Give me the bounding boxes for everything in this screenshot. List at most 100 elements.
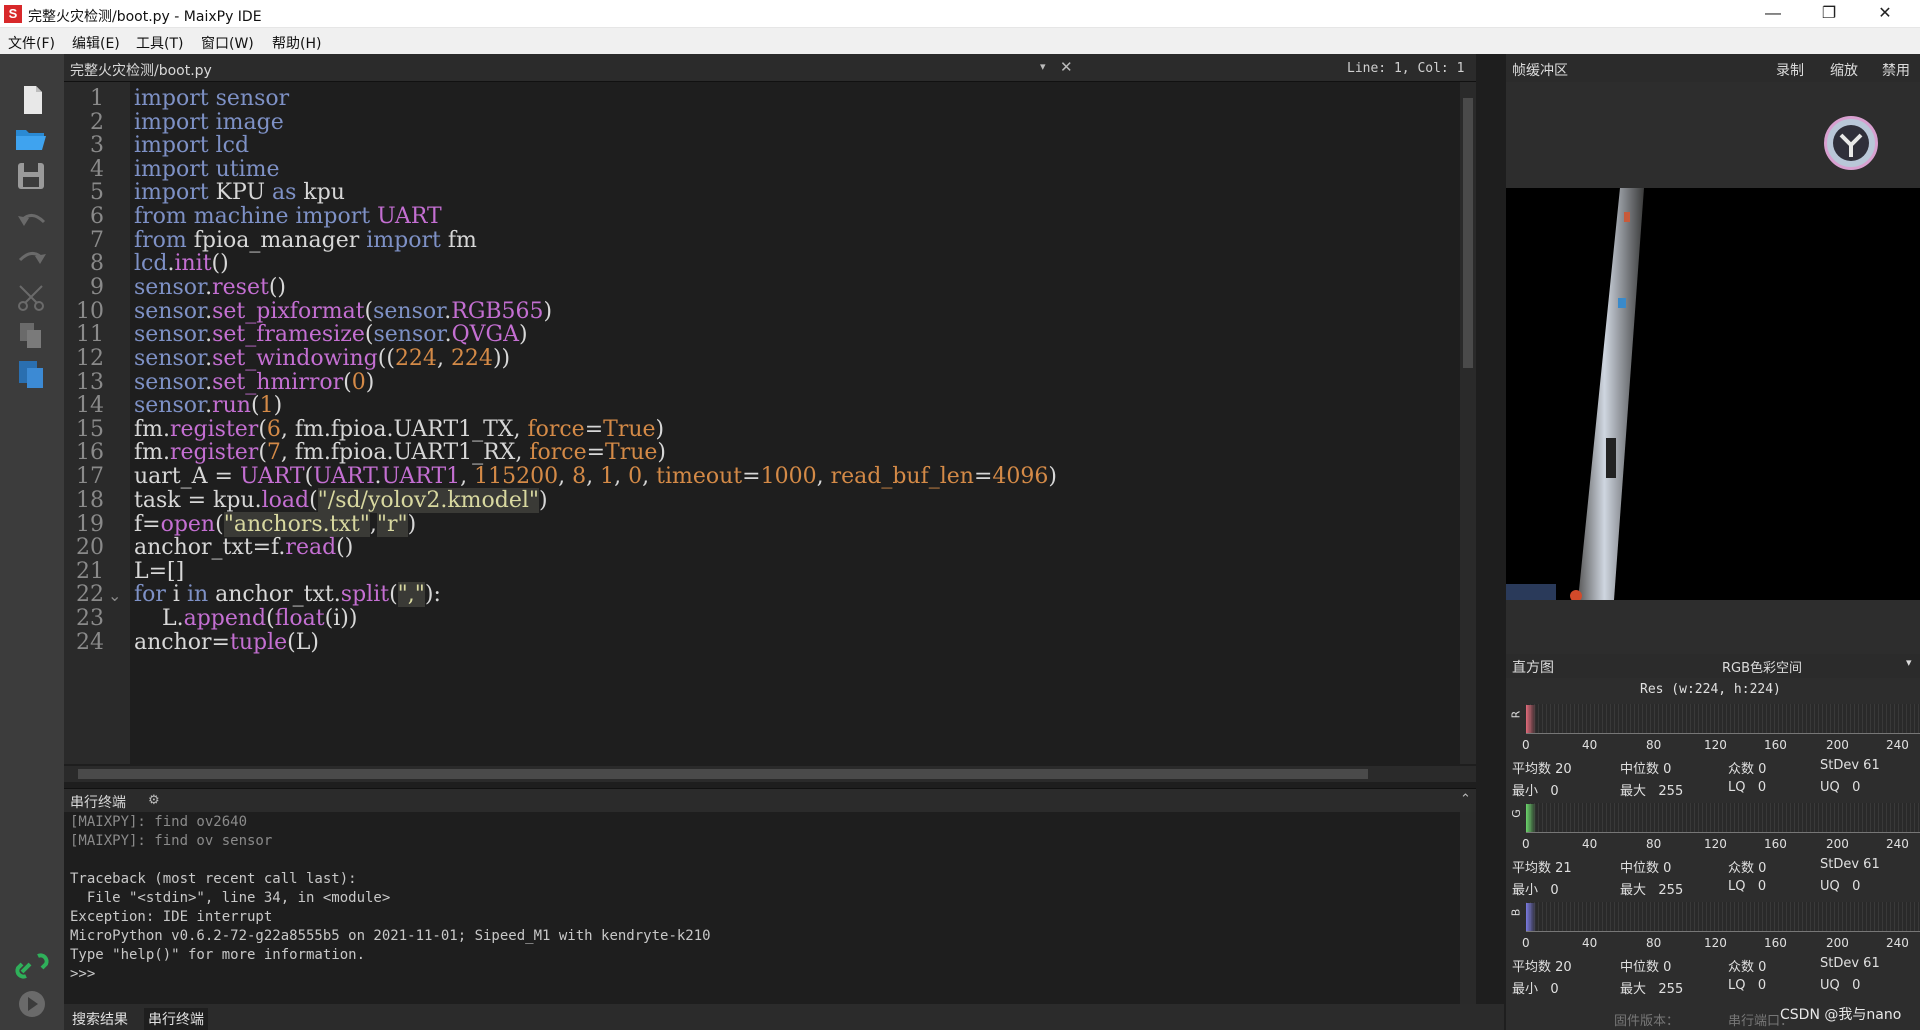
tick-label: 120 [1704, 936, 1727, 950]
stat-mean: 平均数 20 [1512, 762, 1572, 777]
line-number: 14 [76, 393, 104, 418]
channel-label: B [1509, 908, 1523, 917]
line-number: 16 [76, 440, 104, 465]
histogram-b: B 0 40 80 120 160 200 240 平均数 20 中位数 0 众… [1506, 902, 1920, 998]
connect-icon[interactable] [14, 950, 50, 982]
undo-icon[interactable] [14, 206, 50, 238]
tick-label: 80 [1646, 837, 1662, 851]
code-line: f=open("anchors.txt","r") [134, 512, 417, 537]
close-button[interactable]: ✕ [1862, 0, 1908, 28]
line-number: 11 [76, 322, 104, 347]
right-panel: 帧缓冲区 录制 缩放 禁用 直方图 RGB色彩空间 ▾ Res (w:224, … [1506, 54, 1920, 1030]
maximize-button[interactable]: ❐ [1806, 0, 1852, 28]
tab-close-icon[interactable]: ✕ [1060, 58, 1073, 76]
histogram-header: 直方图 RGB色彩空间 ▾ [1506, 654, 1920, 678]
minimize-button[interactable]: — [1750, 0, 1796, 28]
tick-label: 40 [1582, 738, 1598, 752]
code-line: from machine import UART [134, 204, 442, 229]
terminal-line: File "<stdin>", line 34, in <module> [70, 890, 391, 906]
code-editor[interactable]: 1 2 3 4 5 6 7 8 9 10 11 12 13 14 15 16 1… [64, 82, 1476, 764]
serial-terminal[interactable]: [MAIXPY]: find ov2640 [MAIXPY]: find ov … [64, 812, 1476, 1004]
code-line: L=[] [134, 559, 185, 584]
stat-mean: 平均数 20 [1512, 960, 1572, 975]
tick-label: 200 [1826, 837, 1849, 851]
new-file-icon[interactable] [14, 84, 50, 116]
histogram-spike [1526, 804, 1536, 832]
tick-label: 160 [1764, 738, 1787, 752]
terminal-line: [MAIXPY]: find ov sensor [70, 833, 273, 849]
stat-max: 最大 255 [1620, 982, 1684, 997]
tick-label: 160 [1764, 837, 1787, 851]
scrollbar-thumb[interactable] [78, 769, 1368, 779]
watermark: CSDN @我与nano [1780, 1007, 1902, 1023]
menu-file[interactable]: 文件(F) [8, 33, 55, 53]
terminal-line: >>> [70, 966, 96, 982]
line-number: 19 [76, 512, 104, 537]
line-number: 21 [76, 559, 104, 584]
line-number: 6 [90, 204, 104, 229]
line-number: 10 [76, 299, 104, 324]
stat-mode: 众数 0 [1728, 960, 1767, 975]
code-line: from fpioa_manager import fm [134, 228, 477, 253]
menu-edit[interactable]: 编辑(E) [72, 33, 120, 53]
code-line: anchor=tuple(L) [134, 630, 319, 655]
editor-vertical-scrollbar[interactable] [1460, 82, 1476, 764]
title-bar: S 完整火灾检测/boot.py - MaixPy IDE — ❐ ✕ [0, 0, 1920, 28]
stat-max: 最大 255 [1620, 784, 1684, 799]
tick-label: 240 [1886, 936, 1909, 950]
scrollbar-thumb[interactable] [1463, 98, 1473, 368]
collapse-icon[interactable]: ⌃ [1460, 791, 1471, 807]
stat-stdev: StDev 61 [1820, 758, 1880, 773]
stat-lq: LQ 0 [1728, 978, 1767, 993]
tab-dropdown-icon[interactable]: ▾ [1040, 60, 1046, 73]
stat-uq: UQ 0 [1820, 978, 1861, 993]
terminal-line: Exception: IDE interrupt [70, 909, 273, 925]
run-icon[interactable] [14, 988, 50, 1020]
record-button[interactable]: 录制 [1776, 60, 1804, 80]
code-line: import utime [134, 157, 280, 182]
code-line: for i in anchor_txt.split(","): [134, 582, 441, 607]
code-area[interactable]: import sensor import image import lcd im… [130, 82, 1460, 764]
code-line: task = kpu.load("/sd/yolov2.kmodel") [134, 488, 548, 513]
histogram-resolution: Res (w:224, h:224) [1640, 682, 1781, 697]
copy-icon[interactable] [14, 320, 50, 352]
line-number: 7 [90, 228, 104, 253]
color-space-select[interactable]: RGB色彩空间 [1722, 657, 1802, 676]
disable-button[interactable]: 禁用 [1882, 60, 1910, 80]
menu-help[interactable]: 帮助(H) [272, 33, 321, 53]
menu-tools[interactable]: 工具(T) [136, 33, 183, 53]
redo-icon[interactable] [14, 244, 50, 276]
paste-icon[interactable] [14, 358, 50, 390]
frame-buffer-view [1506, 82, 1920, 706]
histogram-plot [1526, 803, 1920, 833]
line-number: 13 [76, 370, 104, 395]
code-line: sensor.set_pixformat(sensor.RGB565) [134, 299, 553, 324]
tick-label: 120 [1704, 738, 1727, 752]
file-tab[interactable]: 完整火灾检测/boot.py [70, 60, 212, 80]
tick-label: 80 [1646, 738, 1662, 752]
line-number: 24 [76, 630, 104, 655]
tab-serial-terminal[interactable]: 串行终端 [144, 1008, 208, 1030]
open-folder-icon[interactable] [14, 122, 50, 154]
terminal-line: MicroPython v0.6.2-72-g22a8555b5 on 2021… [70, 928, 711, 944]
editor-tab-bar: 完整火灾检测/boot.py ▾ ✕ Line: 1, Col: 1 [64, 54, 1476, 82]
line-number: 22 [76, 582, 104, 607]
tab-search-results[interactable]: 搜索结果 [68, 1008, 132, 1030]
zoom-button[interactable]: 缩放 [1830, 60, 1858, 80]
menu-window[interactable]: 窗口(W) [201, 33, 254, 53]
menu-bar: 文件(F) 编辑(E) 工具(T) 窗口(W) 帮助(H) [0, 28, 1920, 54]
channel-label: R [1509, 710, 1523, 719]
terminal-scrollbar[interactable] [1460, 812, 1476, 1004]
line-number: 20 [76, 535, 104, 560]
line-number: 17 [76, 464, 104, 489]
frame-buffer-header: 帧缓冲区 录制 缩放 禁用 [1506, 54, 1920, 82]
cut-icon[interactable] [14, 282, 50, 314]
editor-horizontal-scrollbar[interactable] [64, 766, 1476, 782]
save-icon[interactable] [14, 160, 50, 192]
stat-min: 最小 0 [1512, 982, 1559, 997]
color-space-dropdown-icon[interactable]: ▾ [1906, 656, 1912, 669]
stat-mean: 平均数 21 [1512, 861, 1572, 876]
fold-marker-icon[interactable]: ⌄ [108, 586, 121, 606]
stat-uq: UQ 0 [1820, 879, 1861, 894]
terminal-settings-icon[interactable]: ⚙ [148, 792, 160, 808]
